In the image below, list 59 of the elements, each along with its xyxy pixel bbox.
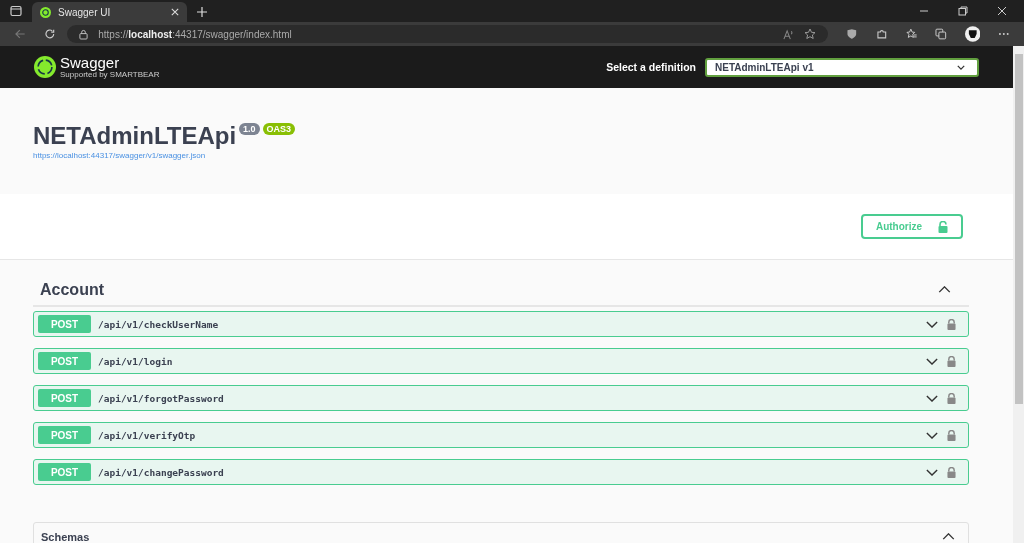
operation-row[interactable]: POST /api/v1/checkUserName xyxy=(33,311,969,337)
restore-icon[interactable] xyxy=(958,6,968,16)
read-aloud-icon[interactable] xyxy=(783,28,795,40)
operation-path: /api/v1/forgotPassword xyxy=(98,392,224,404)
favorites-icon[interactable] xyxy=(905,28,918,40)
logo-subtext: Supported by SMARTBEAR xyxy=(60,70,160,79)
chevron-down-icon xyxy=(926,320,938,328)
method-badge: POST xyxy=(38,315,91,333)
operation-path: /api/v1/verifyOtp xyxy=(98,429,196,441)
more-icon[interactable] xyxy=(998,32,1010,36)
chevron-down-icon xyxy=(926,394,938,402)
definition-label: Select a definition xyxy=(606,61,696,73)
new-tab-icon[interactable] xyxy=(197,7,207,17)
tag-header[interactable]: Account xyxy=(33,274,969,307)
lock-icon[interactable] xyxy=(947,392,956,404)
refresh-icon[interactable] xyxy=(43,28,56,40)
collections-icon[interactable] xyxy=(935,28,947,40)
operation-path: /api/v1/changePassword xyxy=(98,466,224,478)
shield-icon[interactable] xyxy=(846,28,858,40)
lock-icon[interactable] xyxy=(947,318,956,330)
chevron-down-icon xyxy=(926,431,938,439)
close-icon[interactable] xyxy=(171,8,179,16)
browser-tab[interactable]: Swagger UI xyxy=(32,2,187,22)
lock-icon[interactable] xyxy=(947,466,956,478)
scrollbar[interactable] xyxy=(1013,46,1024,543)
profile-avatar-icon[interactable] xyxy=(964,26,981,42)
operation-row[interactable]: POST /api/v1/changePassword xyxy=(33,459,969,485)
lock-icon[interactable] xyxy=(947,355,956,367)
lock-icon xyxy=(79,28,89,40)
operation-path: /api/v1/checkUserName xyxy=(98,318,219,330)
caret-icon xyxy=(957,64,965,70)
swagger-logo-icon xyxy=(34,56,56,78)
chevron-down-icon xyxy=(926,468,938,476)
url-text: https://localhost:44317/swagger/index.html xyxy=(98,28,292,40)
schemas-title[interactable]: Schemas xyxy=(41,530,90,543)
chevron-up-icon[interactable] xyxy=(942,533,955,540)
api-title: NETAdminLTEApi xyxy=(33,122,237,150)
tab-actions-icon[interactable] xyxy=(10,5,22,17)
swagger-favicon-icon xyxy=(40,6,51,18)
lock-icon xyxy=(938,220,949,233)
chevron-down-icon xyxy=(926,357,938,365)
method-badge: POST xyxy=(38,352,91,370)
address-field[interactable]: https://localhost:44317/swagger/index.html xyxy=(67,25,829,43)
method-badge: POST xyxy=(38,463,91,481)
lock-icon[interactable] xyxy=(947,429,956,441)
back-icon[interactable] xyxy=(14,28,26,40)
operation-row[interactable]: POST /api/v1/verifyOtp xyxy=(33,422,969,448)
method-badge: POST xyxy=(38,426,91,444)
version-tag: 1.0 xyxy=(239,123,260,135)
logo-text: Swagger xyxy=(60,55,121,70)
operation-path: /api/v1/login xyxy=(98,355,173,367)
favorite-star-icon[interactable] xyxy=(804,28,817,40)
definition-select[interactable]: NETAdminLTEApi v1 xyxy=(705,57,979,77)
method-badge: POST xyxy=(38,389,91,407)
operation-row[interactable]: POST /api/v1/forgotPassword xyxy=(33,385,969,411)
scrollbar-thumb[interactable] xyxy=(1014,54,1023,404)
operation-row[interactable]: POST /api/v1/login xyxy=(33,348,969,374)
close-window-icon[interactable] xyxy=(997,6,1007,16)
spec-tag: OAS3 xyxy=(262,123,296,135)
